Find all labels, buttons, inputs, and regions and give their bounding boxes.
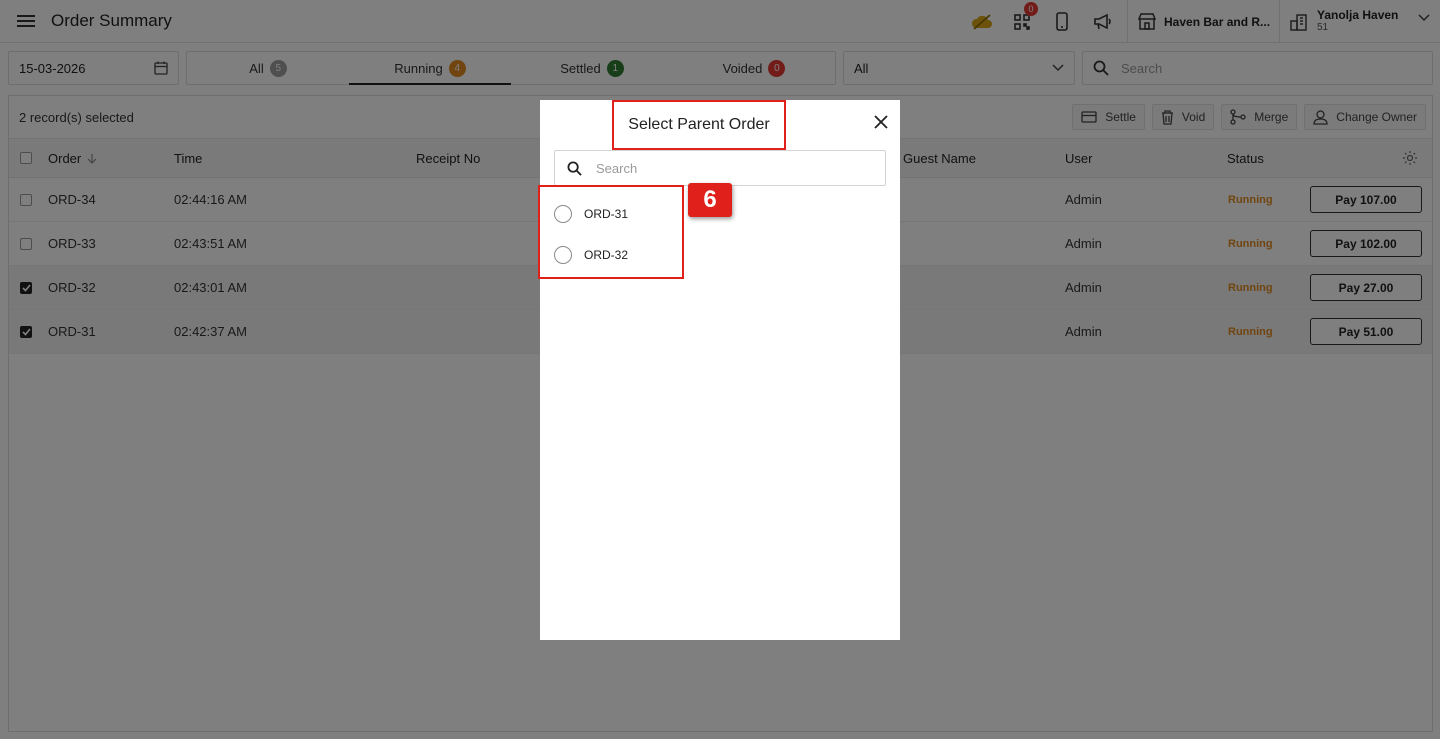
option-label: ORD-31 <box>584 207 629 221</box>
close-icon[interactable] <box>873 114 889 130</box>
parent-order-option[interactable]: ORD-31 <box>554 205 628 223</box>
dialog-title: Select Parent Order <box>628 116 770 133</box>
select-parent-order-dialog: Select Parent Order ORD-31 ORD-32 6 <box>538 100 900 640</box>
radio-button[interactable] <box>554 246 572 264</box>
search-icon <box>567 161 582 176</box>
dialog-search <box>554 150 886 186</box>
radio-button[interactable] <box>554 205 572 223</box>
dialog-search-input[interactable] <box>596 160 856 176</box>
parent-order-option[interactable]: ORD-32 <box>554 246 628 264</box>
step-number-badge: 6 <box>688 183 732 217</box>
options-highlight-box <box>538 185 684 279</box>
title-highlight-box: Select Parent Order <box>612 100 786 150</box>
option-label: ORD-32 <box>584 248 629 262</box>
